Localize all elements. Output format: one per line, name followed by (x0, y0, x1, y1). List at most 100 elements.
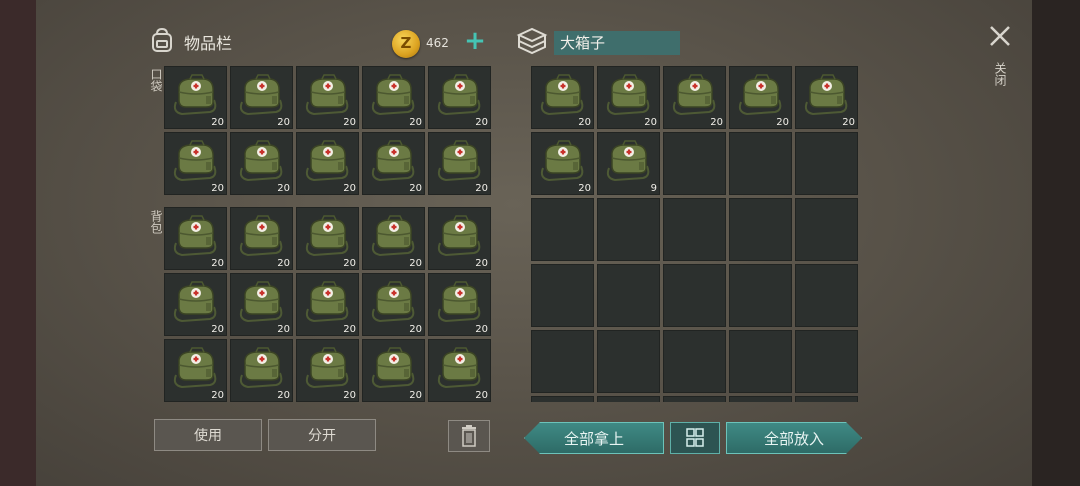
item-quantity: 9 (650, 183, 657, 194)
container-slot[interactable]: 20 (531, 132, 594, 195)
trash-button[interactable] (448, 420, 490, 452)
item-quantity: 20 (277, 324, 290, 335)
medkit-bag-icon (371, 74, 415, 116)
medkit-bag-icon (437, 215, 481, 257)
medkit-bag-icon (437, 140, 481, 182)
container-slot[interactable]: 20 (531, 66, 594, 129)
container-slot[interactable] (597, 198, 660, 261)
put-all-button[interactable]: 全部放入 (726, 422, 862, 454)
medkit-bag-icon (305, 215, 349, 257)
backpack-slot[interactable]: 20 (362, 339, 425, 402)
item-quantity: 20 (409, 258, 422, 269)
pocket-label: 口袋 (149, 68, 163, 92)
close-icon[interactable] (986, 22, 1014, 50)
container-slot[interactable] (663, 198, 726, 261)
backpack-slot[interactable]: 20 (164, 207, 227, 270)
medkit-bag-icon (606, 74, 650, 116)
medkit-bag-icon (606, 140, 650, 182)
container-slot[interactable] (663, 396, 726, 402)
backpack-slot[interactable]: 20 (362, 273, 425, 336)
container-slot[interactable] (597, 330, 660, 393)
backpack-grid: 20 20 20 20 20 20 20 20 20 20 20 20 20 20 20 (164, 207, 491, 402)
container-slot[interactable] (531, 264, 594, 327)
medkit-bag-icon (173, 140, 217, 182)
container-slot[interactable]: 20 (597, 66, 660, 129)
pocket-slot[interactable]: 20 (164, 66, 227, 129)
pocket-slot[interactable]: 20 (230, 132, 293, 195)
pocket-slot[interactable]: 20 (428, 132, 491, 195)
backpack-slot[interactable]: 20 (230, 339, 293, 402)
medkit-bag-icon (437, 281, 481, 323)
container-slot[interactable]: 20 (795, 66, 858, 129)
backpack-slot[interactable]: 20 (428, 207, 491, 270)
medkit-bag-icon (239, 347, 283, 389)
close-label[interactable]: 关闭 (992, 62, 1009, 86)
split-button[interactable]: 分开 (268, 419, 376, 451)
pocket-slot[interactable]: 20 (362, 132, 425, 195)
medkit-bag-icon (371, 215, 415, 257)
grid-sort-icon (686, 428, 704, 447)
backpack-slot[interactable]: 20 (296, 339, 359, 402)
medkit-bag-icon (173, 281, 217, 323)
container-slot[interactable]: 20 (663, 66, 726, 129)
item-quantity: 20 (277, 183, 290, 194)
item-quantity: 20 (277, 258, 290, 269)
pocket-slot[interactable]: 20 (296, 66, 359, 129)
container-slot[interactable] (729, 330, 792, 393)
item-quantity: 20 (343, 324, 356, 335)
backpack-slot[interactable]: 20 (296, 273, 359, 336)
container-slot[interactable] (795, 330, 858, 393)
container-slot[interactable] (597, 396, 660, 402)
container-slot[interactable] (531, 330, 594, 393)
backpack-slot[interactable]: 20 (428, 339, 491, 402)
medkit-bag-icon (804, 74, 848, 116)
container-slot[interactable] (795, 198, 858, 261)
coin-icon: Z (392, 30, 420, 58)
sort-button[interactable] (670, 422, 720, 454)
backpack-slot[interactable]: 20 (296, 207, 359, 270)
medkit-bag-icon (437, 347, 481, 389)
container-slot[interactable] (531, 198, 594, 261)
add-coins-button[interactable]: + (464, 28, 486, 54)
item-quantity: 20 (475, 117, 488, 128)
item-quantity: 20 (409, 390, 422, 401)
use-button[interactable]: 使用 (154, 419, 262, 451)
container-slot[interactable] (729, 132, 792, 195)
item-quantity: 20 (475, 258, 488, 269)
container-slot[interactable] (795, 132, 858, 195)
container-slot[interactable] (663, 264, 726, 327)
container-slot[interactable] (795, 396, 858, 402)
medkit-bag-icon (305, 281, 349, 323)
item-quantity: 20 (644, 117, 657, 128)
item-quantity: 20 (409, 183, 422, 194)
pocket-slot[interactable]: 20 (164, 132, 227, 195)
item-quantity: 20 (211, 258, 224, 269)
right-edge (1032, 0, 1080, 486)
pocket-slot[interactable]: 20 (362, 66, 425, 129)
pocket-slot[interactable]: 20 (428, 66, 491, 129)
container-slot[interactable] (663, 132, 726, 195)
item-quantity: 20 (409, 324, 422, 335)
container-slot[interactable] (663, 330, 726, 393)
item-quantity: 20 (343, 183, 356, 194)
backpack-slot[interactable]: 20 (230, 273, 293, 336)
container-slot[interactable] (729, 396, 792, 402)
backpack-slot[interactable]: 20 (362, 207, 425, 270)
container-slot[interactable]: 20 (729, 66, 792, 129)
container-slot[interactable] (795, 264, 858, 327)
container-slot[interactable]: 9 (597, 132, 660, 195)
backpack-slot[interactable]: 20 (164, 273, 227, 336)
container-grid[interactable]: 20 20 20 20 20 20 9 (531, 66, 858, 402)
backpack-slot[interactable]: 20 (428, 273, 491, 336)
medkit-bag-icon (540, 74, 584, 116)
container-slot[interactable] (531, 396, 594, 402)
backpack-slot[interactable]: 20 (230, 207, 293, 270)
container-slot[interactable] (729, 264, 792, 327)
pocket-slot[interactable]: 20 (296, 132, 359, 195)
container-slot[interactable] (729, 198, 792, 261)
take-all-button[interactable]: 全部拿上 (524, 422, 664, 454)
container-title[interactable]: 大箱子 (554, 31, 680, 55)
container-slot[interactable] (597, 264, 660, 327)
pocket-slot[interactable]: 20 (230, 66, 293, 129)
backpack-slot[interactable]: 20 (164, 339, 227, 402)
